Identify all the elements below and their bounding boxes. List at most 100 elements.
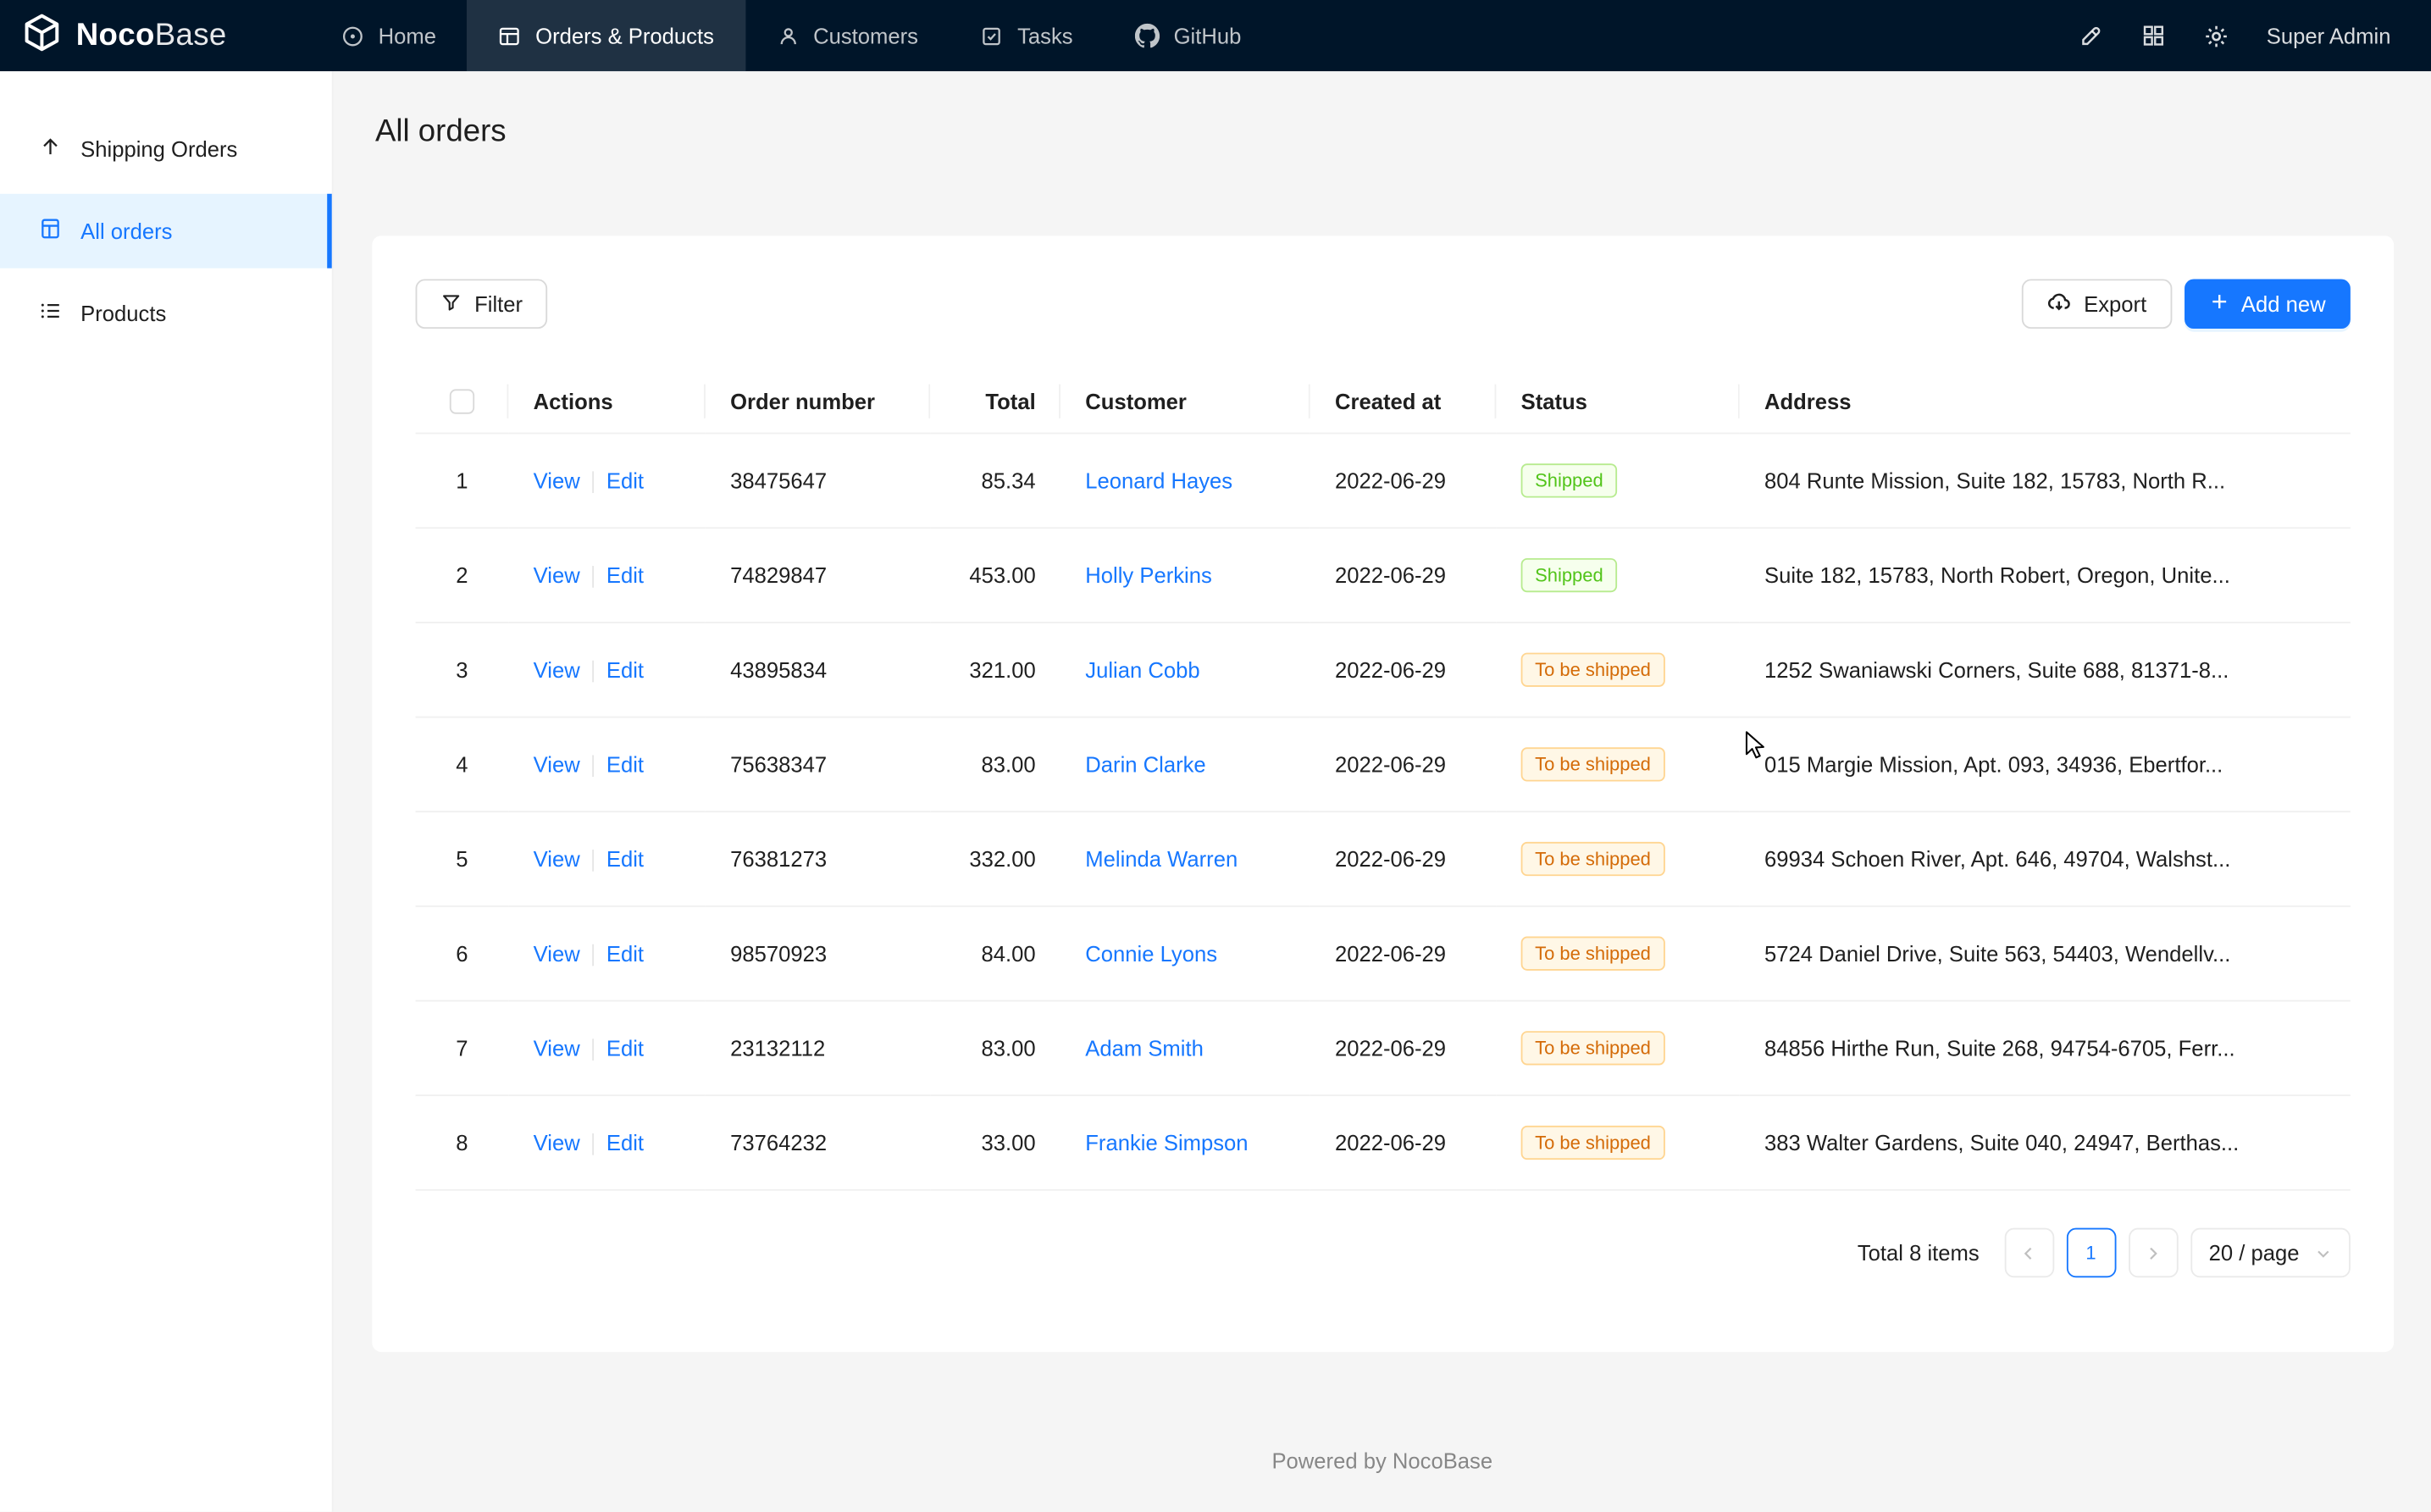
ui-editor-highlighter-icon[interactable] — [2079, 23, 2103, 47]
edit-link[interactable]: Edit — [606, 563, 644, 588]
order-number-cell: 73764232 — [706, 1096, 930, 1191]
table-row: 5ViewEdit76381273332.00Melinda Warren202… — [416, 812, 2351, 907]
add-new-button[interactable]: Add new — [2184, 279, 2351, 329]
status-badge: To be shipped — [1521, 1126, 1665, 1160]
table-row: 8ViewEdit7376423233.00Frankie Simpson202… — [416, 1096, 2351, 1191]
created-at-cell: 2022-06-29 — [1310, 1001, 1497, 1096]
total-cell: 83.00 — [930, 1001, 1060, 1096]
status-cell: To be shipped — [1496, 1096, 1739, 1191]
page-size-select[interactable]: 20 / page — [2190, 1228, 2351, 1278]
sidebar-item-label: Shipping Orders — [80, 136, 237, 161]
pagination-next-button[interactable] — [2128, 1228, 2178, 1278]
status-badge: To be shipped — [1521, 937, 1665, 971]
column-header-customer: Customer — [1060, 369, 1310, 435]
column-header-address: Address — [1740, 369, 2351, 435]
edit-link[interactable]: Edit — [606, 468, 644, 493]
row-index: 3 — [416, 623, 509, 717]
chevron-down-icon — [2315, 1244, 2332, 1261]
nav-item-label: Customers — [813, 23, 918, 47]
settings-gear-icon[interactable] — [2203, 23, 2229, 49]
total-cell: 83.00 — [930, 717, 1060, 812]
customer-link[interactable]: Melinda Warren — [1085, 847, 1238, 872]
pagination-prev-button[interactable] — [2004, 1228, 2054, 1278]
column-header-order-number: Order number — [706, 369, 930, 435]
export-button[interactable]: Export — [2022, 279, 2172, 329]
plugin-blocks-icon[interactable] — [2140, 23, 2165, 47]
table-row: 7ViewEdit2313211283.00Adam Smith2022-06-… — [416, 1001, 2351, 1096]
column-header-status: Status — [1496, 369, 1739, 435]
customer-link[interactable]: Julian Cobb — [1085, 658, 1199, 683]
customer-link[interactable]: Holly Perkins — [1085, 563, 1212, 588]
address-cell: 69934 Schoen River, Apt. 646, 49704, Wal… — [1740, 812, 2351, 907]
view-link[interactable]: View — [534, 1036, 580, 1061]
orders-table-body: 1ViewEdit3847564785.34Leonard Hayes2022-… — [416, 434, 2351, 1190]
view-link[interactable]: View — [534, 847, 580, 872]
total-cell: 332.00 — [930, 812, 1060, 907]
edit-link[interactable]: Edit — [606, 941, 644, 966]
table-row: 3ViewEdit43895834321.00Julian Cobb2022-0… — [416, 623, 2351, 717]
view-link[interactable]: View — [534, 563, 580, 588]
select-all-checkbox[interactable] — [450, 390, 474, 414]
nav-item-label: Tasks — [1017, 23, 1073, 47]
customer-link[interactable]: Connie Lyons — [1085, 942, 1217, 966]
actions-cell: View Edit — [508, 434, 705, 529]
view-link[interactable]: View — [534, 1131, 580, 1155]
nav-item-customers[interactable]: Customers — [745, 0, 950, 71]
customer-link[interactable]: Leonard Hayes — [1085, 468, 1232, 493]
order-number-cell: 74829847 — [706, 529, 930, 623]
status-cell: Shipped — [1496, 529, 1739, 623]
screen: NocoBase Home Orders & Products Customer… — [0, 0, 2431, 1512]
page-header: All orders — [334, 71, 2431, 235]
customer-link[interactable]: Frankie Simpson — [1085, 1131, 1248, 1155]
status-badge: To be shipped — [1521, 653, 1665, 687]
user-menu[interactable]: Super Admin — [2267, 23, 2391, 47]
column-header-created-at: Created at — [1310, 369, 1497, 435]
brand-logo[interactable]: NocoBase — [0, 0, 310, 71]
action-divider — [592, 756, 594, 778]
filter-button[interactable]: Filter — [416, 279, 548, 329]
view-link[interactable]: View — [534, 752, 580, 777]
sidebar-item-products[interactable]: Products — [0, 276, 332, 351]
table-toolbar: Filter Export Add new — [416, 279, 2351, 329]
view-link[interactable]: View — [534, 468, 580, 493]
action-divider — [592, 1039, 594, 1061]
view-link[interactable]: View — [534, 657, 580, 682]
sidebar-item-shipping-orders[interactable]: Shipping Orders — [0, 112, 332, 186]
nav-item-tasks[interactable]: Tasks — [950, 0, 1105, 71]
address-cell: 383 Walter Gardens, Suite 040, 24947, Be… — [1740, 1096, 2351, 1191]
nav-item-orders-products[interactable]: Orders & Products — [468, 0, 745, 71]
edit-link[interactable]: Edit — [606, 657, 644, 682]
select-all-header — [416, 369, 509, 435]
action-divider — [592, 662, 594, 684]
sidebar: Shipping Orders All orders Products — [0, 71, 334, 1511]
orders-table: Actions Order number Total Customer Crea… — [416, 369, 2351, 1192]
customer-cell: Adam Smith — [1060, 1001, 1310, 1096]
cloud-download-icon — [2046, 289, 2071, 318]
toolbar-right: Export Add new — [2022, 279, 2351, 329]
sidebar-item-all-orders[interactable]: All orders — [0, 194, 332, 269]
edit-link[interactable]: Edit — [606, 847, 644, 872]
status-badge: Shipped — [1521, 464, 1618, 498]
total-cell: 33.00 — [930, 1096, 1060, 1191]
page-size-value: 20 / page — [2209, 1241, 2300, 1266]
total-cell: 85.34 — [930, 434, 1060, 529]
edit-link[interactable]: Edit — [606, 1131, 644, 1155]
filter-button-label: Filter — [474, 291, 523, 316]
pagination-page-1[interactable]: 1 — [2066, 1228, 2116, 1278]
view-link[interactable]: View — [534, 941, 580, 966]
nav-item-github[interactable]: GitHub — [1104, 0, 1272, 71]
list-icon — [39, 299, 62, 327]
customer-cell: Melinda Warren — [1060, 812, 1310, 907]
navbar-right: Super Admin — [2079, 0, 2431, 71]
action-divider — [592, 1134, 594, 1156]
table-row: 4ViewEdit7563834783.00Darin Clarke2022-0… — [416, 717, 2351, 812]
customer-cell: Frankie Simpson — [1060, 1096, 1310, 1191]
nav-item-home[interactable]: Home — [310, 0, 468, 71]
customer-cell: Holly Perkins — [1060, 529, 1310, 623]
edit-link[interactable]: Edit — [606, 1036, 644, 1061]
arrow-up-icon — [39, 135, 62, 163]
edit-link[interactable]: Edit — [606, 752, 644, 777]
customer-link[interactable]: Darin Clarke — [1085, 752, 1205, 777]
customer-link[interactable]: Adam Smith — [1085, 1036, 1204, 1061]
customer-cell: Julian Cobb — [1060, 623, 1310, 717]
